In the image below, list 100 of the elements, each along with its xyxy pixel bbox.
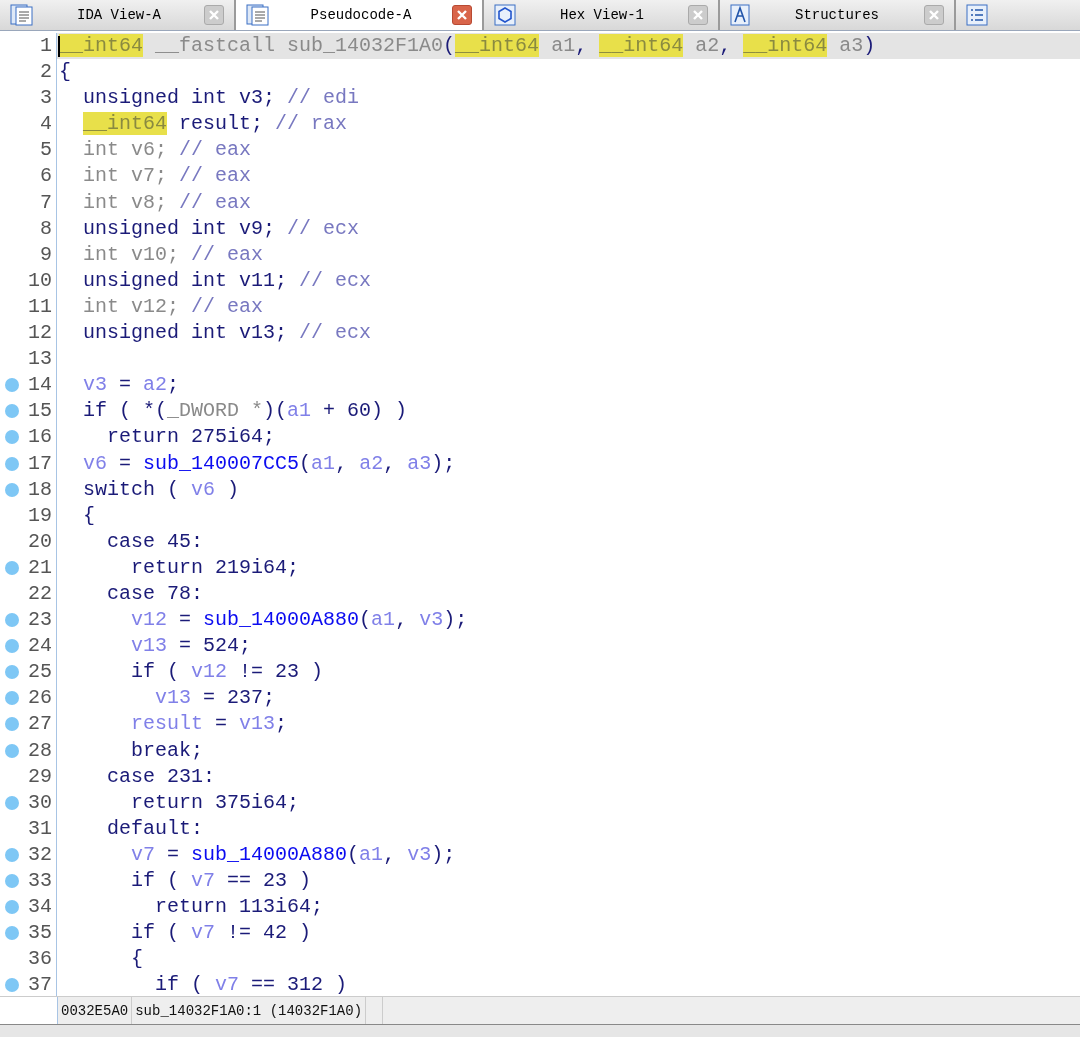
breakpoint-dot[interactable]	[5, 430, 19, 445]
breakpoint-dot[interactable]	[5, 665, 19, 680]
code-line: {	[59, 60, 71, 84]
tab[interactable]: Pseudocode-A	[236, 0, 484, 30]
code-line: v6 = sub_140007CC5(a1, a2, a3);	[82, 451, 456, 475]
breakpoint-dot[interactable]	[5, 978, 19, 993]
line-number: 18	[27, 476, 52, 503]
line-number: 26	[27, 685, 52, 712]
line-number: 27	[27, 711, 52, 738]
code-line: int v8; // eax	[82, 190, 252, 214]
line-number: 12	[27, 320, 52, 347]
line-number: 7	[39, 189, 52, 216]
breakpoint-dot[interactable]	[5, 560, 19, 575]
breakpoint-dot[interactable]	[5, 613, 19, 628]
line-number: 3	[39, 85, 52, 112]
document-icon	[10, 4, 34, 26]
code-line: return 375i64;	[130, 790, 300, 814]
code-line: if ( *(_DWORD *)(a1 + 60) )	[82, 399, 408, 423]
close-button[interactable]	[204, 5, 224, 25]
list-icon	[966, 4, 988, 26]
close-icon	[457, 10, 467, 20]
breakpoint-dot[interactable]	[5, 639, 19, 654]
line-number: 28	[27, 737, 52, 764]
line-number: 13	[27, 346, 52, 373]
close-icon	[929, 10, 939, 20]
code-line: break;	[130, 738, 204, 762]
close-button[interactable]	[452, 5, 472, 25]
breakpoint-dot[interactable]	[5, 926, 19, 941]
line-number: 10	[27, 267, 52, 294]
code-line: return 219i64;	[130, 555, 300, 579]
line-number: 29	[27, 763, 52, 790]
text-caret	[58, 36, 60, 57]
line-number: 25	[27, 659, 52, 686]
code-line: case 78:	[106, 581, 204, 605]
code-line: v3 = a2;	[82, 373, 180, 397]
code-line: case 45:	[106, 529, 204, 553]
line-number: 17	[27, 450, 52, 477]
code-line: unsigned int v11; // ecx	[82, 268, 372, 292]
breakpoint-dot[interactable]	[5, 456, 19, 471]
breakpoint-dot[interactable]	[5, 691, 19, 706]
line-number: 11	[27, 293, 52, 320]
code-line: int v10; // eax	[82, 242, 264, 266]
breakpoint-dot[interactable]	[5, 847, 19, 862]
line-number: 37	[27, 972, 52, 996]
line-number: 9	[39, 241, 52, 268]
code-line: {	[130, 947, 144, 971]
code-line: if ( v7 != 42 )	[130, 921, 312, 945]
tab[interactable]: IDA View-A	[0, 0, 236, 30]
line-number: 33	[27, 868, 52, 894]
line-number: 21	[27, 554, 52, 581]
code-line: default:	[106, 816, 204, 840]
code-line: switch ( v6 )	[82, 477, 240, 501]
line-number: 19	[27, 502, 52, 529]
tab[interactable]: Structures	[720, 0, 956, 30]
line-number: 1	[39, 33, 52, 59]
close-button[interactable]	[924, 5, 944, 25]
code-line: unsigned int v3; // edi	[82, 86, 360, 110]
line-number: 8	[39, 215, 52, 242]
code-line: v12 = sub_14000A880(a1, v3);	[130, 608, 468, 632]
tab[interactable]: Hex View-1	[484, 0, 720, 30]
code-line: case 231:	[106, 764, 216, 788]
line-number: 6	[39, 163, 52, 190]
breakpoint-dot[interactable]	[5, 874, 19, 889]
line-number: 36	[27, 946, 52, 973]
code-line: int v6; // eax	[82, 138, 252, 162]
close-button[interactable]	[688, 5, 708, 25]
code-line: return 113i64;	[154, 895, 324, 919]
code-line: unsigned int v9; // ecx	[82, 216, 360, 240]
line-number: 31	[27, 815, 52, 842]
code-line: v13 = 524;	[130, 634, 252, 658]
line-number: 22	[27, 580, 52, 607]
code-line: return 275i64;	[106, 425, 276, 449]
line-number: 23	[27, 607, 52, 634]
close-icon	[693, 10, 703, 20]
breakpoint-dot[interactable]	[5, 482, 19, 497]
line-number: 24	[27, 633, 52, 660]
line-number: 2	[39, 59, 52, 86]
code-line: v13 = 237;	[154, 686, 276, 710]
code-line: if ( v7 == 23 )	[130, 869, 312, 892]
line-number: 32	[27, 841, 52, 868]
code-line: int v12; // eax	[82, 294, 264, 318]
line-number: 35	[27, 920, 52, 947]
code-line: int v7; // eax	[82, 164, 252, 188]
line-number: 15	[27, 398, 52, 425]
breakpoint-dot[interactable]	[5, 795, 19, 810]
breakpoint-dot[interactable]	[5, 900, 19, 915]
code-line: if ( v12 != 23 )	[130, 660, 324, 684]
line-number: 20	[27, 528, 52, 555]
line-number: 16	[27, 424, 52, 451]
breakpoint-dot[interactable]	[5, 404, 19, 419]
code-line: if ( v7 == 312 )	[154, 973, 348, 996]
document-icon	[246, 4, 270, 26]
line-number: 5	[39, 137, 52, 164]
breakpoint-dot[interactable]	[5, 743, 19, 758]
breakpoint-dot[interactable]	[5, 717, 19, 732]
line-number: 4	[39, 111, 52, 138]
line-number: 30	[27, 789, 52, 816]
close-icon	[209, 10, 219, 20]
breakpoint-dot[interactable]	[5, 378, 19, 393]
code-line: result = v13;	[130, 712, 288, 736]
